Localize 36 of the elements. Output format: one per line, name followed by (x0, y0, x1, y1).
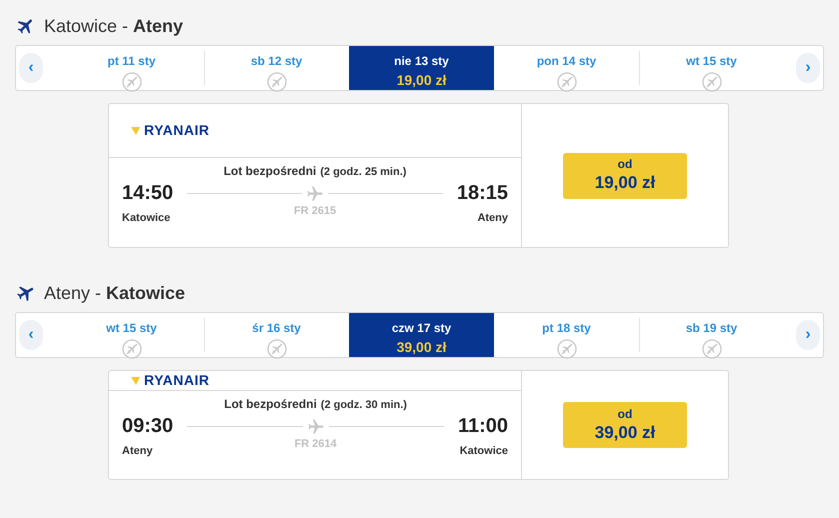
flight-type: Lot bezpośredni (224, 396, 317, 413)
date-price: 39,00 zł (396, 338, 446, 357)
date-price: 19,00 zł (396, 71, 446, 90)
route-heading: Ateny - Katowice (44, 282, 186, 305)
date-tab[interactable]: nie 13 sty 19,00 zł (349, 46, 494, 90)
departure-city: Katowice (122, 211, 172, 226)
departure-city: Ateny (122, 444, 154, 459)
route-heading: Katowice - Ateny (44, 14, 184, 38)
date-tab[interactable]: śr 16 sty (204, 313, 349, 357)
date-tab[interactable]: wt 15 sty (639, 46, 784, 90)
flight-number: FR 2614 (294, 436, 337, 452)
date-tab[interactable]: sb 19 sty (639, 313, 784, 357)
date-tab[interactable]: sb 12 sty (204, 46, 349, 90)
departure-time: 14:50 (122, 181, 174, 206)
arrival-city: Katowice (460, 444, 508, 459)
next-button[interactable]: › (796, 320, 820, 350)
price-button[interactable]: od 39,00 zł (563, 402, 687, 448)
airline-logo: RYANAIR (144, 121, 210, 140)
previous-button[interactable]: ‹ (19, 320, 43, 350)
flight-duration: (2 godz. 30 min.) (320, 398, 407, 413)
airline-logo: RYANAIR (144, 371, 210, 390)
arrival-city: Ateny (477, 211, 508, 226)
arrival-time: 18:15 (456, 181, 508, 206)
departure-time: 09:30 (122, 414, 174, 439)
date-tab[interactable]: pt 18 sty (494, 313, 639, 357)
next-button[interactable]: › (796, 53, 820, 83)
previous-button[interactable]: ‹ (19, 53, 43, 83)
arrival-time: 11:00 (458, 414, 508, 439)
date-tab[interactable]: czw 17 sty 39,00 zł (349, 313, 494, 357)
date-tab[interactable]: wt 15 sty (59, 313, 204, 357)
price-button[interactable]: od 19,00 zł (563, 152, 687, 198)
date-tab[interactable]: pon 14 sty (494, 46, 639, 90)
flight-type: Lot bezpośredni (224, 163, 316, 180)
date-tab[interactable]: pt 11 sty (59, 46, 204, 90)
flight-duration: (2 godz. 25 min.) (320, 165, 406, 180)
flight-number: FR 2615 (294, 204, 336, 218)
